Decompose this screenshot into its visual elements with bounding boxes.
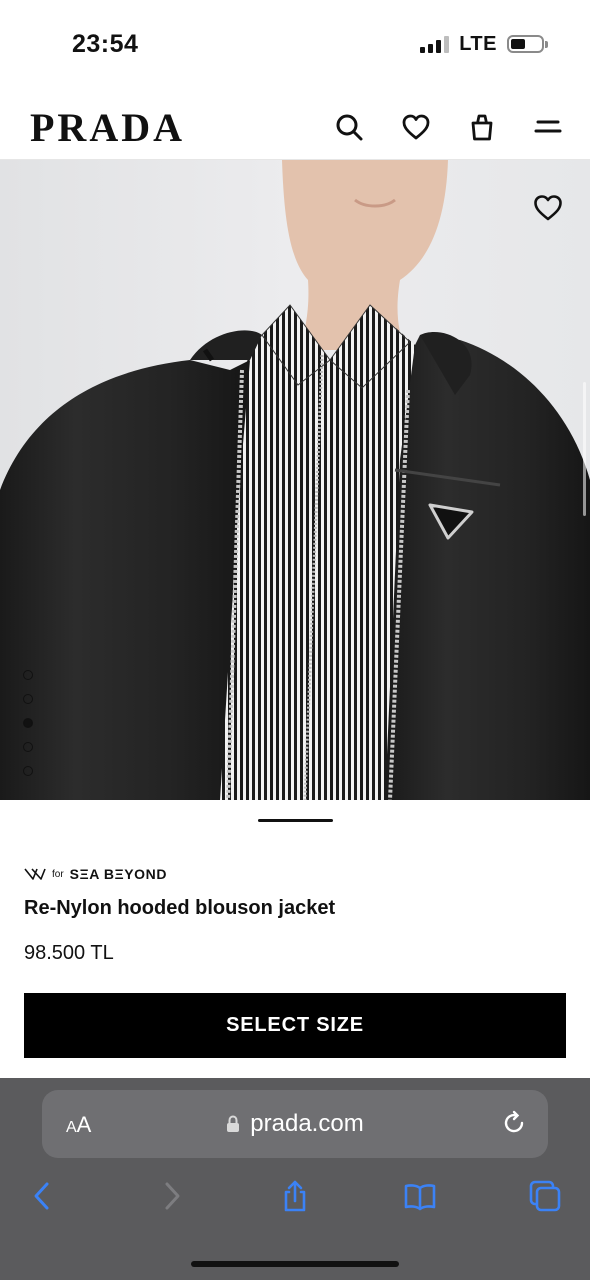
badge-for-text: for: [52, 868, 64, 880]
favorite-heart-icon[interactable]: [532, 192, 564, 224]
gallery-dot[interactable]: [23, 694, 33, 704]
reload-icon[interactable]: [500, 1109, 528, 1137]
heart-icon[interactable]: [399, 110, 433, 144]
gallery-dot-active[interactable]: [23, 718, 33, 728]
browser-nav-row: [0, 1174, 590, 1218]
status-indicators: LTE: [420, 32, 548, 56]
product-price: 98.500 TL: [24, 942, 114, 964]
gallery-dot[interactable]: [23, 670, 33, 680]
product-image-gallery[interactable]: [0, 160, 590, 800]
select-size-button[interactable]: SELECT SIZE: [24, 993, 566, 1058]
brand-logo[interactable]: PRADA: [30, 104, 185, 151]
product-name: Re-Nylon hooded blouson jacket: [24, 897, 336, 919]
address-bar[interactable]: AA prada.com: [42, 1090, 548, 1158]
home-indicator[interactable]: [191, 1261, 399, 1267]
gallery-pagination: [23, 670, 33, 776]
gallery-dot[interactable]: [23, 766, 33, 776]
status-time: 23:54: [72, 30, 139, 58]
network-type: LTE: [459, 32, 497, 55]
lock-icon: [227, 1115, 240, 1132]
bookmarks-icon[interactable]: [398, 1174, 442, 1218]
share-icon[interactable]: [273, 1174, 317, 1218]
sustainability-badge: for SΞA BΞYOND: [24, 866, 167, 882]
tabs-icon[interactable]: [523, 1174, 567, 1218]
battery-icon: [507, 35, 548, 53]
menu-icon[interactable]: [531, 110, 565, 144]
sea-beyond-logo-icon: [24, 868, 46, 880]
site-header: PRADA: [0, 90, 590, 160]
product-photo: [0, 160, 590, 800]
search-icon[interactable]: [332, 110, 366, 144]
scroll-indicator: [583, 382, 586, 516]
shopping-bag-icon[interactable]: [465, 110, 499, 144]
sheet-handle[interactable]: [258, 819, 333, 822]
badge-brand: SΞA BΞYOND: [69, 866, 168, 882]
cellular-signal-icon: [420, 35, 450, 53]
back-icon[interactable]: [21, 1174, 65, 1218]
status-bar: 23:54 LTE: [0, 0, 590, 90]
forward-icon[interactable]: [149, 1174, 193, 1218]
address-url[interactable]: prada.com: [42, 1110, 548, 1138]
gallery-dot[interactable]: [23, 742, 33, 752]
browser-toolbar: AA prada.com: [0, 1078, 590, 1280]
